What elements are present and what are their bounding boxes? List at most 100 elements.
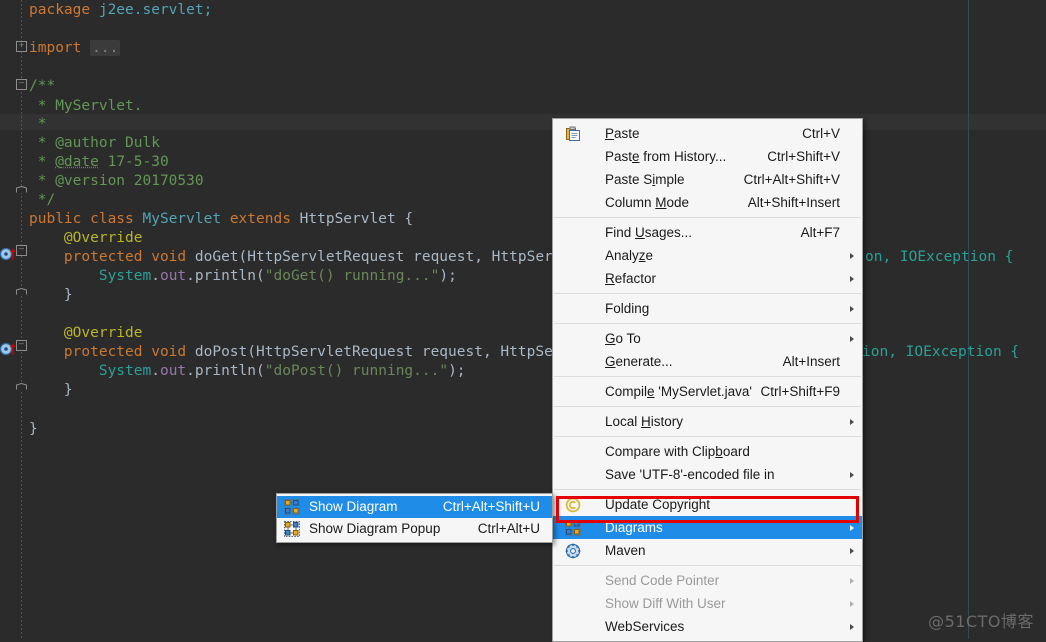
code-line: @Override [29,230,143,246]
code-line: public class MyServlet extends HttpServl… [29,211,414,227]
code-line: /** [29,78,56,94]
menu-item-maven[interactable]: Maven [553,539,862,562]
code-line: System.out.println("doGet() running...")… [98,268,457,284]
indent-guide-line [21,0,22,639]
menu-item-label: Show Diagram Popup [309,521,441,536]
menu-item-column-mode[interactable]: Column Mode Alt+Shift+Insert [553,191,862,214]
menu-item-analyze[interactable]: Analyze [553,244,862,267]
code-line: * @author Dulk [29,135,160,151]
chevron-right-icon [850,601,854,607]
chevron-right-icon [850,276,854,282]
chevron-right-icon [850,306,854,312]
menu-item-paste-simple[interactable]: Paste Simple Ctrl+Alt+Shift+V [553,168,862,191]
menu-item-label: Paste [605,126,640,141]
menu-item-label: Compare with Clipboard [605,444,750,459]
menu-item-label: Column Mode [605,195,690,210]
menu-item-show-diff-with-user: Show Diff With User [553,592,862,615]
right-margin-line [968,0,969,639]
fold-end-javadoc-icon[interactable] [16,186,27,193]
menu-item-show-diagram-popup[interactable]: Show Diagram Popup Ctrl+Alt+U [277,518,552,540]
caret-line-highlight [0,114,1046,130]
menu-item-save-utf-8-encoded-file-in[interactable]: Save 'UTF-8'-encoded file in [553,463,862,486]
code-line: * @date 17-5-30 [29,154,169,170]
diagram-icon [284,499,300,515]
menu-item-label: Show Diff With User [605,596,726,611]
menu-item-shortcut: Ctrl+Shift+V [767,149,840,164]
menu-item-label: Compile 'MyServlet.java' [605,384,752,399]
fold-end-doget-icon[interactable] [16,288,27,295]
menu-item-refactor[interactable]: Refactor [553,267,862,290]
menu-item-label: Paste Simple [605,172,685,187]
menu-item-compile-myservlet-java[interactable]: Compile 'MyServlet.java' Ctrl+Shift+F9 [553,380,862,403]
code-line: System.out.println("doPost() running..."… [98,363,466,379]
menu-item-compare-with-clipboard[interactable]: Compare with Clipboard [553,440,862,463]
chevron-right-icon [850,472,854,478]
menu-item-label: Send Code Pointer [605,573,720,588]
menu-separator [554,217,861,218]
menu-item-shortcut: Ctrl+Alt+Shift+U [442,499,540,514]
code-throws-fragment: on, IOException { [865,249,1014,265]
code-line: } [29,287,73,303]
menu-item-update-copyright[interactable]: Update Copyright [553,493,862,516]
fold-expand-import-icon[interactable] [16,41,27,52]
overriding-method-marker-dopost-icon[interactable] [0,341,18,357]
overriding-method-marker-doget-icon[interactable] [0,246,18,262]
chevron-right-icon [850,624,854,630]
menu-item-local-history[interactable]: Local History [553,410,862,433]
code-line: * [29,116,47,132]
copyright-icon [565,497,581,513]
paste-icon [565,126,581,142]
editor-context-menu[interactable]: Paste Ctrl+V Paste from History... Ctrl+Shi… [552,118,863,642]
code-editor[interactable]: package j2ee.servlet; import ... /** * M… [0,0,1046,639]
menu-item-label: Go To [605,331,641,346]
menu-item-shortcut: Alt+Insert [782,354,840,369]
menu-item-paste-from-history[interactable]: Paste from History... Ctrl+Shift+V [553,145,862,168]
chevron-right-icon [850,548,854,554]
menu-separator [554,293,861,294]
menu-item-show-diagram[interactable]: Show Diagram Ctrl+Alt+Shift+U [277,496,552,518]
menu-separator [554,406,861,407]
menu-item-shortcut: Ctrl+Shift+F9 [760,384,840,399]
maven-icon [565,543,581,559]
code-line: } [29,382,73,398]
code-line: } [29,421,38,437]
menu-separator [554,436,861,437]
menu-item-label: Find Usages... [605,225,693,240]
menu-item-shortcut: Ctrl+Alt+U [477,521,540,536]
code-throws-fragment: ion, IOException { [862,344,1020,360]
menu-item-send-code-pointer: Send Code Pointer [553,569,862,592]
chevron-right-icon [850,253,854,259]
diagrams-submenu[interactable]: Show Diagram Ctrl+Alt+Shift+U Show Diagram… [276,493,553,543]
chevron-right-icon [850,336,854,342]
menu-item-shortcut: Alt+F7 [800,225,840,240]
menu-item-label: WebServices [605,619,685,634]
menu-item-label: Save 'UTF-8'-encoded file in [605,467,775,482]
chevron-right-icon [850,578,854,584]
menu-item-shortcut: Ctrl+Alt+Shift+V [743,172,840,187]
menu-separator [554,323,861,324]
menu-item-generate[interactable]: Generate... Alt+Insert [553,350,862,373]
fold-collapse-javadoc-icon[interactable] [16,79,27,90]
menu-item-webservices[interactable]: WebServices [553,615,862,638]
menu-item-label: Refactor [605,271,657,286]
menu-item-find-usages[interactable]: Find Usages... Alt+F7 [553,221,862,244]
menu-item-label: Show Diagram [309,499,398,514]
menu-separator [554,376,861,377]
menu-item-paste[interactable]: Paste Ctrl+V [553,122,862,145]
code-line: * @version 20170530 [29,173,204,189]
fold-end-dopost-icon[interactable] [16,383,27,390]
diagram-icon [565,520,581,536]
code-line: import ... [29,40,121,56]
diagram-icon [284,521,300,537]
chevron-right-icon [850,525,854,531]
menu-item-diagrams[interactable]: Diagrams [553,516,862,539]
menu-item-folding[interactable]: Folding [553,297,862,320]
menu-item-label: Generate... [605,354,673,369]
menu-item-go-to[interactable]: Go To [553,327,862,350]
watermark-text: @51CTO博客 [928,612,1034,631]
menu-item-label: Local History [605,414,684,429]
